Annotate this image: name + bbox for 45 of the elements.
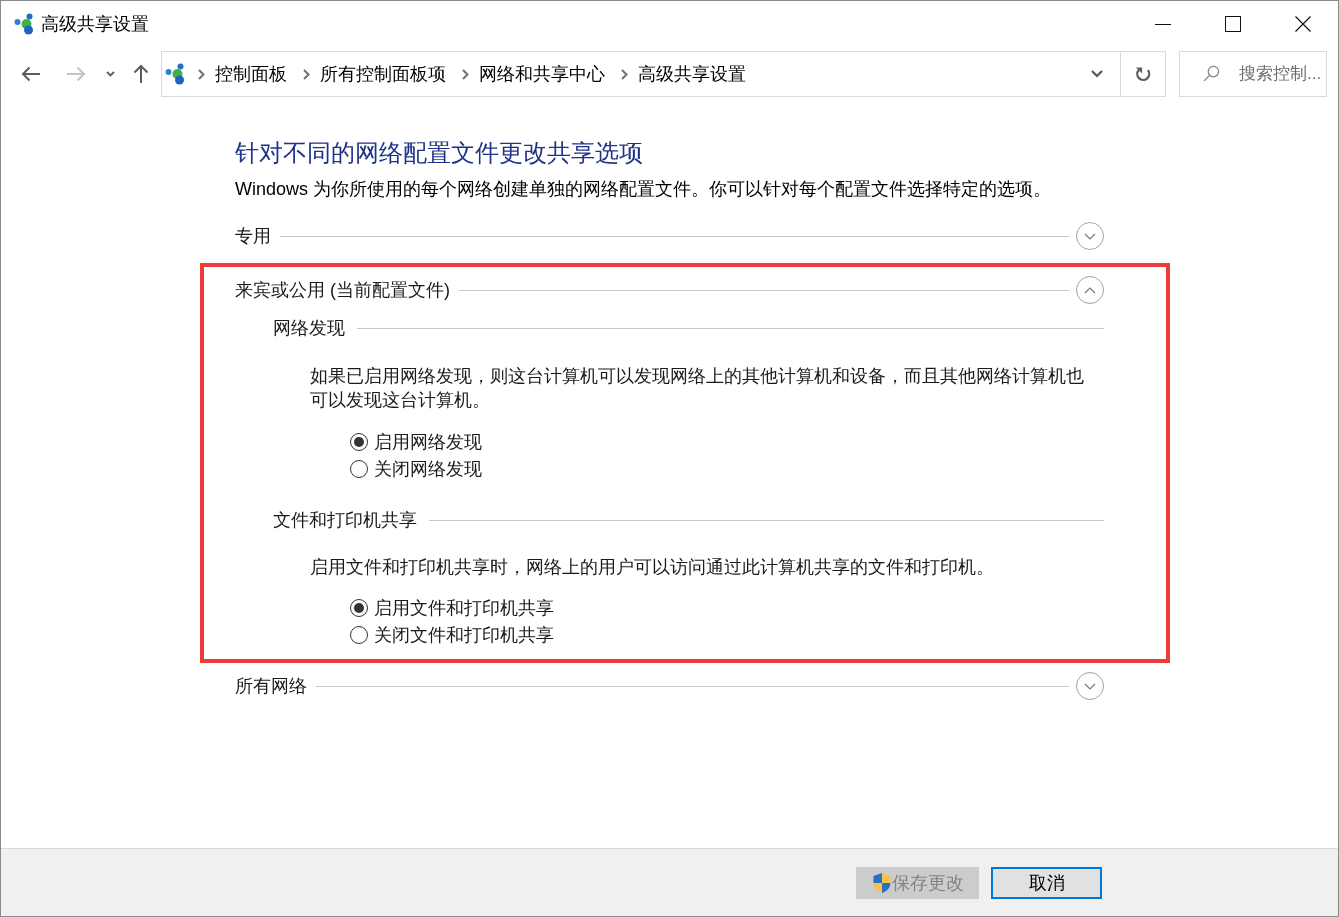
address-bar[interactable]: 控制面板 所有控制面板项 网络和共享中心 高级共享设置 xyxy=(161,51,1166,97)
cancel-button[interactable]: 取消 xyxy=(991,866,1102,899)
group-title: 网络发现 xyxy=(273,317,345,340)
radio-label[interactable]: 启用文件和打印机共享 xyxy=(374,595,554,620)
chevron-up-icon xyxy=(1084,286,1096,294)
search-field[interactable]: 搜索控制... xyxy=(1179,51,1327,97)
chevron-down-icon xyxy=(105,71,115,77)
group-description: 启用文件和打印机共享时，网络上的用户可以访问通过此计算机共享的文件和打印机。 xyxy=(310,556,995,579)
radio-button[interactable] xyxy=(350,432,368,451)
radio-label[interactable]: 关闭文件和打印机共享 xyxy=(374,622,554,647)
section-title: 专用 xyxy=(235,225,271,248)
chevron-down-icon xyxy=(1084,232,1096,240)
shield-icon xyxy=(871,871,892,894)
page-heading: 针对不同的网络配置文件更改共享选项 xyxy=(235,138,644,168)
chevron-down-icon xyxy=(1084,682,1096,690)
group-title: 文件和打印机共享 xyxy=(273,509,417,532)
window-title: 高级共享设置 xyxy=(41,13,149,36)
back-arrow-icon xyxy=(21,66,41,82)
minimize-icon xyxy=(1155,23,1171,25)
breadcrumb-item[interactable]: 网络和共享中心 xyxy=(479,62,605,86)
group-description: 如果已启用网络发现，则这台计算机可以发现网络上的其他计算机和设备，而且其他网络计算机也可以发现这台计算机。 xyxy=(310,365,1085,412)
page-description: Windows 为你所使用的每个网络创建单独的网络配置文件。你可以针对每个配置文件选择特定的选项。 xyxy=(235,178,1053,201)
chevron-right-icon xyxy=(462,68,469,80)
radio-label[interactable]: 启用网络发现 xyxy=(374,429,482,454)
breadcrumb-item[interactable]: 所有控制面板项 xyxy=(320,62,446,86)
refresh-icon xyxy=(1134,65,1152,83)
section-title: 所有网络 xyxy=(235,675,307,698)
forward-arrow-icon xyxy=(66,66,86,82)
network-icon xyxy=(165,63,187,85)
section-title: 来宾或公用 (当前配置文件) xyxy=(235,279,450,302)
radio-label[interactable]: 关闭网络发现 xyxy=(374,456,482,481)
radio-button[interactable] xyxy=(350,625,368,644)
chevron-right-icon xyxy=(303,68,310,80)
close-icon xyxy=(1295,16,1311,32)
breadcrumb-item[interactable]: 控制面板 xyxy=(215,62,287,86)
network-icon xyxy=(14,13,36,35)
radio-button[interactable] xyxy=(350,459,368,478)
maximize-icon xyxy=(1225,16,1241,32)
up-arrow-icon xyxy=(133,64,149,84)
search-icon xyxy=(1203,65,1220,82)
chevron-right-icon xyxy=(621,68,628,80)
chevron-down-icon xyxy=(1091,70,1103,78)
chevron-right-icon xyxy=(198,68,205,80)
breadcrumb-item[interactable]: 高级共享设置 xyxy=(638,62,746,86)
radio-button[interactable] xyxy=(350,598,368,617)
